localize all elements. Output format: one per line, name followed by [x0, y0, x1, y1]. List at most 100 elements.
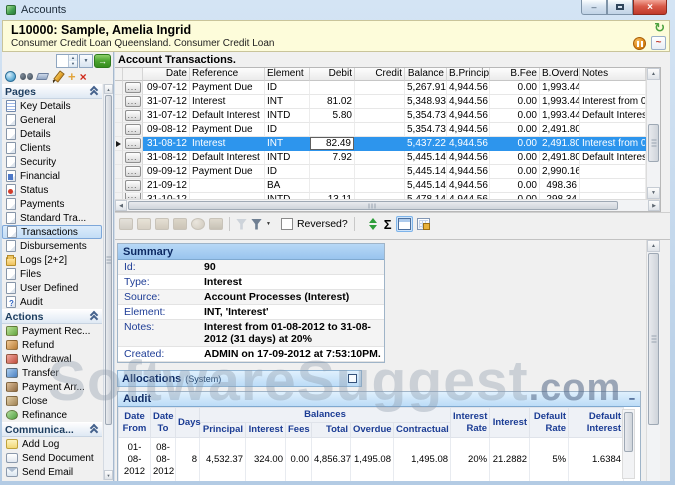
transaction-row[interactable]: ...31-08-12Default InterestINTD7.925,445…	[115, 151, 646, 165]
reversed-checkbox[interactable]	[281, 218, 293, 230]
row-detail-button[interactable]: ...	[125, 110, 141, 121]
collapse-chevron-icon[interactable]	[90, 312, 98, 321]
column-header-notes[interactable]: Notes	[580, 68, 646, 81]
section-header-actions[interactable]: Actions	[2, 309, 102, 324]
column-header-balance[interactable]: Balance	[405, 68, 447, 81]
scroll-up-icon[interactable]: ▲	[647, 68, 660, 80]
record-spinner-input[interactable]: ▲ ▼	[56, 54, 78, 68]
sidebar-item-transfer[interactable]: Transfer	[2, 366, 102, 380]
scroll-right-icon[interactable]: ▶	[648, 200, 660, 211]
sidebar-item-add-log[interactable]: Add Log	[2, 437, 102, 451]
column-header-overdue[interactable]: B.Overdue	[540, 68, 580, 81]
scrollbar-thumb[interactable]	[128, 201, 618, 210]
sidebar-item-files[interactable]: Files	[2, 267, 102, 281]
scroll-left-icon[interactable]: ◀	[115, 200, 127, 211]
collapse-chevron-icon[interactable]	[90, 425, 98, 434]
pause-icon[interactable]	[633, 37, 646, 50]
sidebar-item-audit[interactable]: Audit	[2, 295, 102, 309]
maximize-button[interactable]	[607, 0, 633, 15]
column-header-fee[interactable]: B.Fee	[490, 68, 540, 81]
delete-icon[interactable]: ×	[80, 71, 87, 83]
sum-icon[interactable]: Σ	[384, 218, 392, 231]
autofit-icon[interactable]	[367, 218, 380, 230]
allocations-panel[interactable]: Allocations (System)	[117, 370, 362, 387]
titlebar[interactable]: Accounts – ×	[0, 0, 675, 20]
stamp-tool-icon[interactable]	[119, 218, 133, 230]
transaction-row[interactable]: ...31-08-12InterestINT82.495,437.224,944…	[115, 137, 646, 151]
minimize-button[interactable]: –	[581, 0, 607, 15]
ledger-tool-icon[interactable]	[155, 218, 169, 230]
sidebar-item-send-document[interactable]: Send Document	[2, 451, 102, 465]
history-icon[interactable]	[5, 71, 16, 82]
debit-editor-input[interactable]: 82.49	[310, 137, 354, 150]
sidebar-item-withdrawal[interactable]: Withdrawal	[2, 352, 102, 366]
clear-icon[interactable]	[36, 73, 49, 80]
row-detail-button[interactable]: ...	[125, 124, 141, 135]
row-detail-button[interactable]: ...	[125, 138, 141, 149]
sidebar-item-standard-tra[interactable]: Standard Tra...	[2, 211, 102, 225]
link-tool-icon[interactable]	[209, 218, 223, 230]
row-detail-button[interactable]: ...	[125, 96, 141, 107]
transaction-row[interactable]: ...21-09-12BA5,445.144,944.560.00498.36	[115, 179, 646, 193]
sidebar-item-send-email[interactable]: Send Email	[2, 465, 102, 479]
spin-down-icon[interactable]: ▼	[69, 61, 77, 67]
sidebar-scrollbar[interactable]: ▲ ▼	[103, 84, 113, 480]
transaction-row[interactable]: ...09-07-12Payment DueID5,267.914,944.56…	[115, 81, 646, 95]
payment-tool-icon[interactable]	[173, 218, 187, 230]
row-detail-button[interactable]: ...	[125, 180, 141, 191]
sidebar-item-payment-rec[interactable]: Payment Rec...	[2, 324, 102, 338]
collapse-icon[interactable]: –	[629, 395, 635, 403]
sidebar-item-transactions[interactable]: Transactions	[2, 225, 102, 239]
transaction-row[interactable]: ...09-08-12Payment DueID5,354.734,944.56…	[115, 123, 646, 137]
section-header-communica[interactable]: Communica...	[2, 422, 102, 437]
grid-vscrollbar[interactable]: ▲ ▼	[646, 68, 660, 199]
scrollbar-thumb[interactable]	[648, 124, 659, 162]
sidebar-item-financial[interactable]: Financial	[2, 169, 102, 183]
column-header-principal[interactable]: B.Principa	[447, 68, 490, 81]
record-dropdown-button[interactable]: ▼	[79, 54, 93, 68]
column-header-debit[interactable]: Debit	[310, 68, 355, 81]
globe-tool-icon[interactable]	[191, 218, 205, 230]
audit-scrollbar[interactable]	[622, 409, 635, 479]
sidebar-item-key-details[interactable]: Key Details	[2, 99, 102, 113]
sidebar-item-details[interactable]: Details	[2, 127, 102, 141]
row-detail-button[interactable]: ...	[125, 82, 141, 93]
transaction-row[interactable]: ...31-07-12Default InterestINTD5.805,354…	[115, 109, 646, 123]
sidebar-item-refund[interactable]: Refund	[2, 338, 102, 352]
close-button[interactable]: ×	[633, 0, 667, 15]
column-header-credit[interactable]: Credit	[355, 68, 405, 81]
collapse-chevron-icon[interactable]	[90, 87, 98, 96]
scrollbar-thumb[interactable]	[624, 412, 633, 452]
grid-edit-icon[interactable]	[417, 218, 430, 230]
sidebar-item-disbursements[interactable]: Disbursements	[2, 239, 102, 253]
row-detail-button[interactable]: ...	[125, 152, 141, 163]
transaction-row[interactable]: ...31-07-12InterestINT81.025,348.934,944…	[115, 95, 646, 109]
sidebar-item-send-sms[interactable]: Send SMS	[2, 479, 102, 481]
edit-icon[interactable]	[52, 71, 64, 83]
column-header-reference[interactable]: Reference	[190, 68, 265, 81]
sidebar-item-status[interactable]: Status	[2, 183, 102, 197]
add-icon[interactable]: +	[68, 71, 76, 83]
expand-icon[interactable]	[348, 374, 357, 383]
preview-pane-toggle[interactable]	[396, 216, 413, 232]
filter-dropdown-icon[interactable]: ▼	[266, 219, 271, 229]
refresh-icon[interactable]: ↻	[654, 21, 665, 35]
detail-vscrollbar[interactable]: ▲	[646, 240, 660, 481]
sidebar-item-logs-2-2[interactable]: Logs [2+2]	[2, 253, 102, 267]
sidebar-item-security[interactable]: Security	[2, 155, 102, 169]
transaction-row[interactable]: ...09-09-12Payment DueID5,445.144,944.56…	[115, 165, 646, 179]
grid-hscrollbar[interactable]: ◀ ▶	[115, 199, 660, 211]
row-detail-button[interactable]: ...	[125, 166, 141, 177]
scroll-down-icon[interactable]: ▼	[104, 470, 113, 480]
sidebar-item-clients[interactable]: Clients	[2, 141, 102, 155]
scrollbar-thumb[interactable]	[105, 95, 112, 425]
section-header-pages[interactable]: Pages	[2, 84, 102, 99]
scroll-up-icon[interactable]: ▲	[104, 84, 113, 94]
sidebar-item-user-defined[interactable]: User Defined	[2, 281, 102, 295]
scroll-up-icon[interactable]: ▲	[647, 240, 660, 252]
filter-menu-icon[interactable]	[251, 219, 262, 230]
redo-tool-icon[interactable]	[137, 218, 151, 230]
sidebar-item-general[interactable]: General	[2, 113, 102, 127]
sidebar-item-refinance[interactable]: Refinance	[2, 408, 102, 422]
column-header-element[interactable]: Element	[265, 68, 310, 81]
